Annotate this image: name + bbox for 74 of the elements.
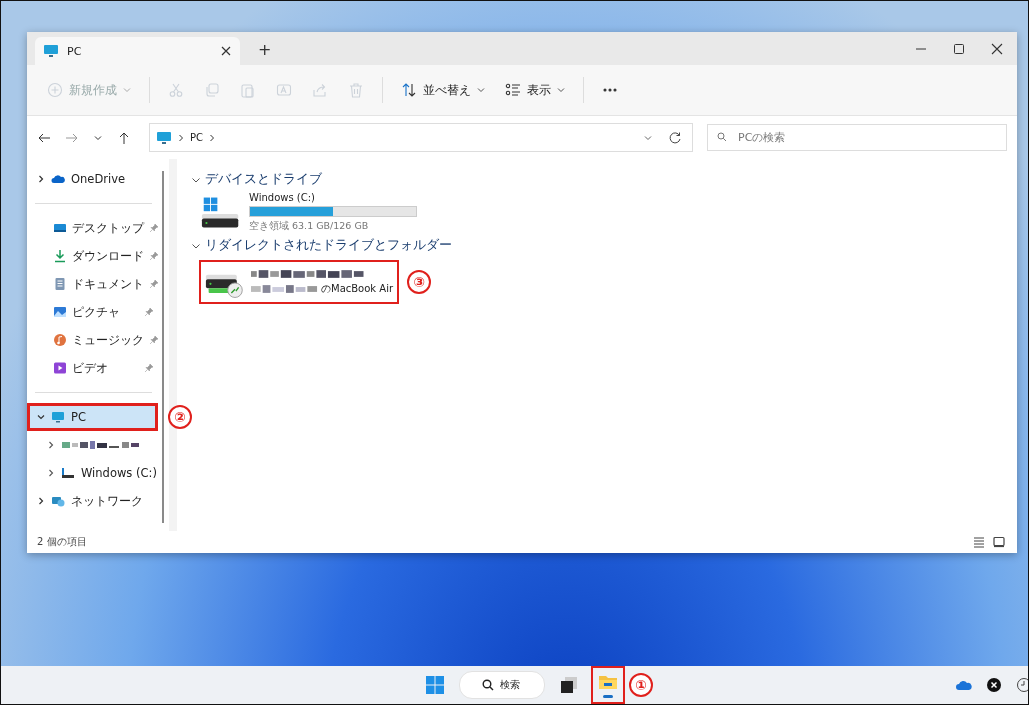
- download-icon: [53, 249, 67, 263]
- section-header[interactable]: リダイレクトされたドライブとフォルダー: [191, 237, 1017, 254]
- sidebar-item[interactable]: ミュージック: [27, 326, 158, 354]
- pin-icon[interactable]: [149, 223, 159, 233]
- maximize-icon[interactable]: [953, 42, 965, 55]
- chevron-down-icon: [477, 86, 485, 94]
- callout-number: ①: [629, 673, 653, 697]
- pin-icon[interactable]: [144, 307, 154, 317]
- search-field[interactable]: PCの検索: [707, 124, 1007, 151]
- close-circle-icon[interactable]: [986, 677, 1002, 693]
- refresh-icon[interactable]: [668, 130, 682, 145]
- clock-icon[interactable]: [1016, 677, 1028, 693]
- chevron-down-icon: [557, 86, 565, 94]
- tiles-view-icon[interactable]: [993, 536, 1005, 548]
- search-label: 検索: [500, 678, 520, 692]
- sidebar-item[interactable]: ビデオ: [27, 354, 158, 382]
- chevron-right-icon[interactable]: [47, 469, 55, 477]
- item-count: 2 個の項目: [37, 535, 87, 549]
- free-space-text: 空き領域 63.1 GB/126 GB: [249, 220, 370, 233]
- section-header[interactable]: デバイスとドライブ: [191, 171, 1017, 188]
- chevron-right-icon: [208, 133, 216, 142]
- window-tab[interactable]: PC: [35, 37, 240, 65]
- chevron-right-icon[interactable]: [37, 497, 45, 505]
- sidebar-item[interactable]: OneDrive: [27, 165, 158, 193]
- chevron-down-icon[interactable]: [37, 413, 45, 421]
- cloud-icon: [51, 172, 65, 186]
- window-title: PC: [67, 44, 83, 58]
- pin-icon[interactable]: [149, 251, 159, 261]
- search-icon: [717, 132, 727, 142]
- address-bar[interactable]: PC: [149, 123, 693, 152]
- monitor-icon: [51, 410, 65, 424]
- pixelated-text-drawing: [251, 283, 319, 294]
- taskbar-search[interactable]: 検索: [459, 671, 545, 699]
- drive-name: Windows (C:): [249, 192, 316, 203]
- chevron-down-icon: [123, 86, 131, 94]
- sidebar-item[interactable]: ピクチャ: [27, 298, 158, 326]
- chevron-right-icon[interactable]: [37, 175, 45, 183]
- network-icon: [51, 494, 65, 508]
- picture-icon: [53, 305, 67, 319]
- up-arrow-icon[interactable]: [117, 130, 131, 145]
- task-view-icon[interactable]: [559, 675, 579, 695]
- chevron-right-icon[interactable]: [47, 441, 55, 449]
- file-explorer-taskbar-button[interactable]: [593, 668, 623, 702]
- sort-button[interactable]: 並べ替え: [393, 76, 493, 104]
- drive-name: のMacBook Air: [321, 281, 394, 296]
- pin-icon[interactable]: [149, 335, 159, 345]
- pin-icon[interactable]: [149, 279, 159, 289]
- music-icon: [53, 333, 67, 347]
- callout-number: ③: [407, 270, 432, 294]
- video-icon: [53, 361, 67, 375]
- close-icon[interactable]: [220, 45, 232, 57]
- view-button[interactable]: 表示: [497, 76, 573, 104]
- chevron-right-icon: [177, 133, 185, 142]
- pin-icon[interactable]: [144, 363, 154, 373]
- drive-icon: [61, 466, 75, 480]
- drive-tile[interactable]: Windows (C:) 空き領域 63.1 GB/126 GB: [201, 192, 421, 233]
- sidebar-item[interactable]: Windows (C:): [27, 459, 158, 487]
- details-view-icon[interactable]: [973, 536, 985, 548]
- monitor-icon: [43, 43, 59, 59]
- monitor-icon: [156, 129, 172, 146]
- close-icon[interactable]: [991, 42, 1003, 55]
- windows-logo-icon[interactable]: [425, 675, 445, 695]
- network-drive-tile[interactable]: のMacBook Air: [201, 262, 398, 302]
- sidebar-item[interactable]: デスクトップ: [27, 214, 158, 242]
- breadcrumb[interactable]: PC: [190, 132, 203, 143]
- sidebar-item[interactable]: ドキュメント: [27, 270, 158, 298]
- search-icon: [482, 679, 494, 691]
- windows-drive-icon: [201, 195, 241, 230]
- sidebar-item[interactable]: ダウンロード: [27, 242, 158, 270]
- new-tab-button[interactable]: +: [258, 40, 272, 59]
- desktop-icon: [53, 221, 67, 235]
- sidebar-item[interactable]: ネットワーク: [27, 487, 158, 515]
- document-icon: [53, 277, 67, 291]
- callout-number: ②: [168, 405, 192, 429]
